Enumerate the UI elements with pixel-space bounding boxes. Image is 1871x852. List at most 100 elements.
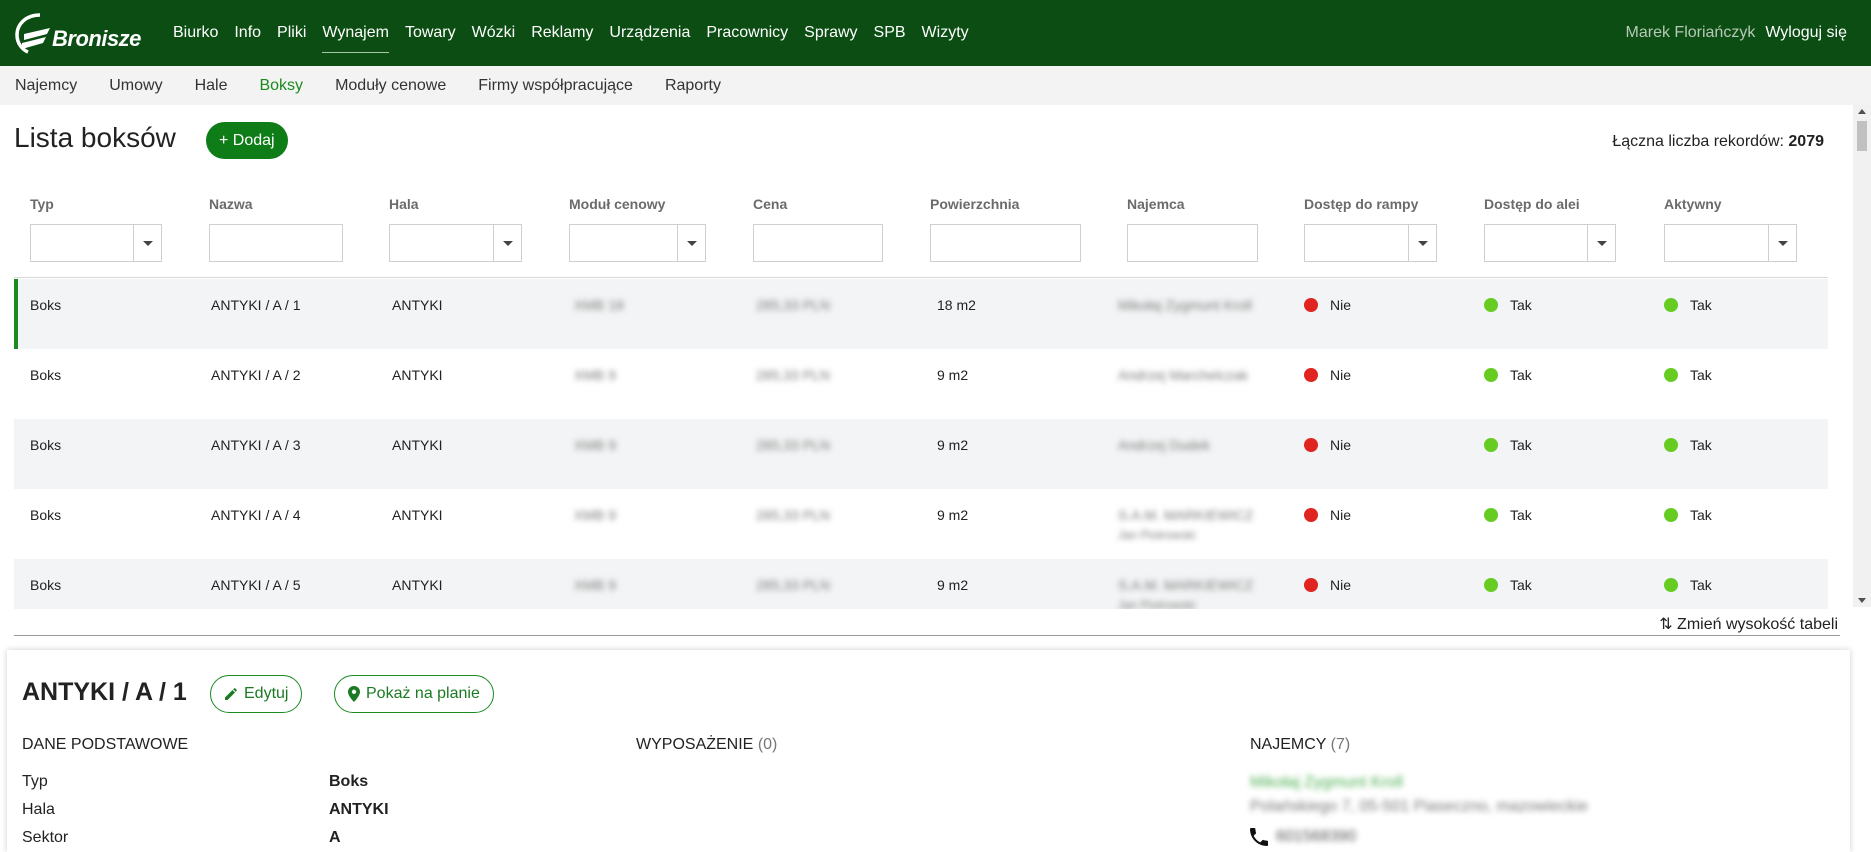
filter-dostep-do-rampy-select[interactable] — [1304, 224, 1437, 262]
table-row[interactable]: Boks ANTYKI / A / 1 ANTYKI XMB 18 285,33… — [14, 279, 1828, 349]
tenant-address: Polańskiego 7, 05-501 Piaseczno, mazowie… — [1250, 798, 1588, 815]
cell-hala: ANTYKI — [392, 297, 443, 313]
column-header-typ[interactable]: Typ — [30, 196, 162, 218]
status-yes-icon — [1484, 298, 1498, 312]
table-scrollbar[interactable] — [1853, 105, 1871, 607]
table-filters: Typ Nazwa Hala Moduł cenowy Cena Powierz… — [14, 196, 1828, 278]
nav-info[interactable]: Info — [226, 0, 269, 66]
filter-najemca-input[interactable] — [1127, 224, 1258, 262]
scroll-up-icon[interactable] — [1858, 109, 1866, 114]
table-row[interactable]: Boks ANTYKI / A / 3 ANTYKI XMB 9 285,33 … — [14, 419, 1828, 489]
logo-icon — [15, 13, 50, 54]
column-header-dostep-do-rampy[interactable]: Dostęp do rampy — [1304, 196, 1437, 218]
cell-cena: 285,33 PLN — [756, 507, 830, 523]
table-row[interactable]: Boks ANTYKI / A / 4 ANTYKI XMB 9 285,33 … — [14, 489, 1828, 559]
chevron-down-icon[interactable] — [1587, 225, 1615, 261]
subnav-hale[interactable]: Hale — [195, 77, 228, 95]
bronisze-logo[interactable]: Bronisze — [14, 12, 154, 54]
cell-nazwa: ANTYKI / A / 2 — [211, 367, 301, 383]
add-button[interactable]: + Dodaj — [206, 122, 288, 159]
filter-cena-input[interactable] — [753, 224, 883, 262]
filter-dostep-do-alei-select[interactable] — [1484, 224, 1616, 262]
status-yes-icon — [1664, 508, 1678, 522]
cell-modul-cenowy: XMB 18 — [574, 297, 624, 313]
edit-button-label: Edytuj — [244, 685, 289, 702]
subnav-boksy[interactable]: Boksy — [259, 77, 303, 95]
subnav-najemcy[interactable]: Najemcy — [15, 77, 77, 95]
cell-typ: Boks — [30, 367, 62, 383]
nav-towary[interactable]: Towary — [397, 0, 464, 66]
column-header-hala[interactable]: Hala — [389, 196, 522, 218]
nav-urzadzenia[interactable]: Urządzenia — [601, 0, 698, 66]
column-header-cena[interactable]: Cena — [753, 196, 883, 218]
table-row[interactable]: Boks ANTYKI / A / 2 ANTYKI XMB 9 285,33 … — [14, 349, 1828, 419]
column-header-modul-cenowy[interactable]: Moduł cenowy — [569, 196, 706, 218]
cell-dostep-do-rampy: Nie — [1304, 437, 1351, 453]
status-yes-icon — [1484, 578, 1498, 592]
filter-dostep-do-alei: Dostęp do alei — [1484, 196, 1616, 262]
filter-powierzchnia-input[interactable] — [930, 224, 1081, 262]
filter-modul-cenowy-select[interactable] — [569, 224, 706, 262]
filter-nazwa-input[interactable] — [209, 224, 343, 262]
filter-dostep-do-rampy: Dostęp do rampy — [1304, 196, 1437, 262]
nav-wizyty[interactable]: Wizyty — [914, 0, 977, 66]
nav-reklamy[interactable]: Reklamy — [523, 0, 601, 66]
cell-najemca: S.A.M. MARKIEWICZ Jan Piotrowski — [1118, 577, 1254, 609]
column-header-powierzchnia[interactable]: Powierzchnia — [930, 196, 1081, 218]
cell-powierzchnia: 18 m2 — [937, 297, 976, 313]
filter-cena: Cena — [753, 196, 883, 262]
nav-spb[interactable]: SPB — [866, 0, 914, 66]
user-name[interactable]: Marek Floriańczyk — [1626, 24, 1756, 42]
filter-hala-select[interactable] — [389, 224, 522, 262]
cell-najemca: Mikołaj Zygmunt Kroll — [1118, 297, 1252, 313]
logout-link[interactable]: Wyloguj się — [1765, 24, 1847, 42]
resize-table-button[interactable]: ⇅ Zmień wysokość tabeli — [1659, 614, 1838, 634]
filter-typ-select[interactable] — [30, 224, 162, 262]
total-records: Łączna liczba rekordów: 2079 — [1612, 133, 1824, 151]
table-row[interactable]: Boks ANTYKI / A / 5 ANTYKI XMB 9 285,33 … — [14, 559, 1828, 609]
subnav-umowy[interactable]: Umowy — [109, 77, 162, 95]
filter-najemca: Najemca — [1127, 196, 1258, 262]
column-header-najemca[interactable]: Najemca — [1127, 196, 1258, 218]
chevron-down-icon[interactable] — [1408, 225, 1436, 261]
chevron-down-icon[interactable] — [133, 225, 161, 261]
status-no-icon — [1304, 298, 1318, 312]
cell-hala: ANTYKI — [392, 367, 443, 383]
show-on-plan-button[interactable]: Pokaż na planie — [334, 675, 494, 713]
chevron-down-icon[interactable] — [493, 225, 521, 261]
filter-nazwa: Nazwa — [209, 196, 343, 262]
scroll-down-icon[interactable] — [1858, 598, 1866, 603]
scroll-thumb[interactable] — [1857, 121, 1867, 151]
nav-sprawy[interactable]: Sprawy — [796, 0, 865, 66]
cell-modul-cenowy: XMB 9 — [574, 577, 617, 593]
subnav-raporty[interactable]: Raporty — [665, 77, 721, 95]
column-header-nazwa[interactable]: Nazwa — [209, 196, 343, 218]
field-value-hala: ANTYKI — [329, 801, 389, 818]
cell-cena: 285,33 PLN — [756, 577, 830, 593]
section-basic-data: DANE PODSTAWOWE — [22, 736, 189, 753]
cell-cena: 285,33 PLN — [756, 437, 830, 453]
nav-pliki[interactable]: Pliki — [269, 0, 314, 66]
nav-wynajem[interactable]: Wynajem — [314, 0, 397, 66]
subnav-firmy-wspolpracujace[interactable]: Firmy współpracujące — [478, 77, 633, 95]
page-title: Lista boksów — [14, 122, 176, 153]
nav-biurko[interactable]: Biurko — [165, 0, 226, 66]
subnav-moduly-cenowe[interactable]: Moduły cenowe — [335, 77, 446, 95]
phone-icon — [1250, 828, 1268, 846]
nav-wozki[interactable]: Wózki — [464, 0, 524, 66]
cell-powierzchnia: 9 m2 — [937, 577, 969, 593]
chevron-down-icon[interactable] — [1768, 225, 1796, 261]
filter-aktywny-select[interactable] — [1664, 224, 1797, 262]
section-tenants: NAJEMCY (7) — [1250, 736, 1351, 753]
resize-handle: ⇅ Zmień wysokość tabeli — [14, 608, 1840, 636]
field-value-typ: Boks — [329, 773, 369, 790]
field-label-typ: Typ — [22, 773, 48, 790]
column-header-aktywny[interactable]: Aktywny — [1664, 196, 1797, 218]
chevron-down-icon[interactable] — [677, 225, 705, 261]
status-yes-icon — [1484, 508, 1498, 522]
edit-button[interactable]: Edytuj — [210, 675, 303, 713]
nav-pracownicy[interactable]: Pracownicy — [698, 0, 796, 66]
column-header-dostep-do-alei[interactable]: Dostęp do alei — [1484, 196, 1616, 218]
cell-dostep-do-rampy: Nie — [1304, 507, 1351, 523]
tenant-name-link[interactable]: Mikołaj Zygmunt Kroll — [1250, 774, 1403, 792]
